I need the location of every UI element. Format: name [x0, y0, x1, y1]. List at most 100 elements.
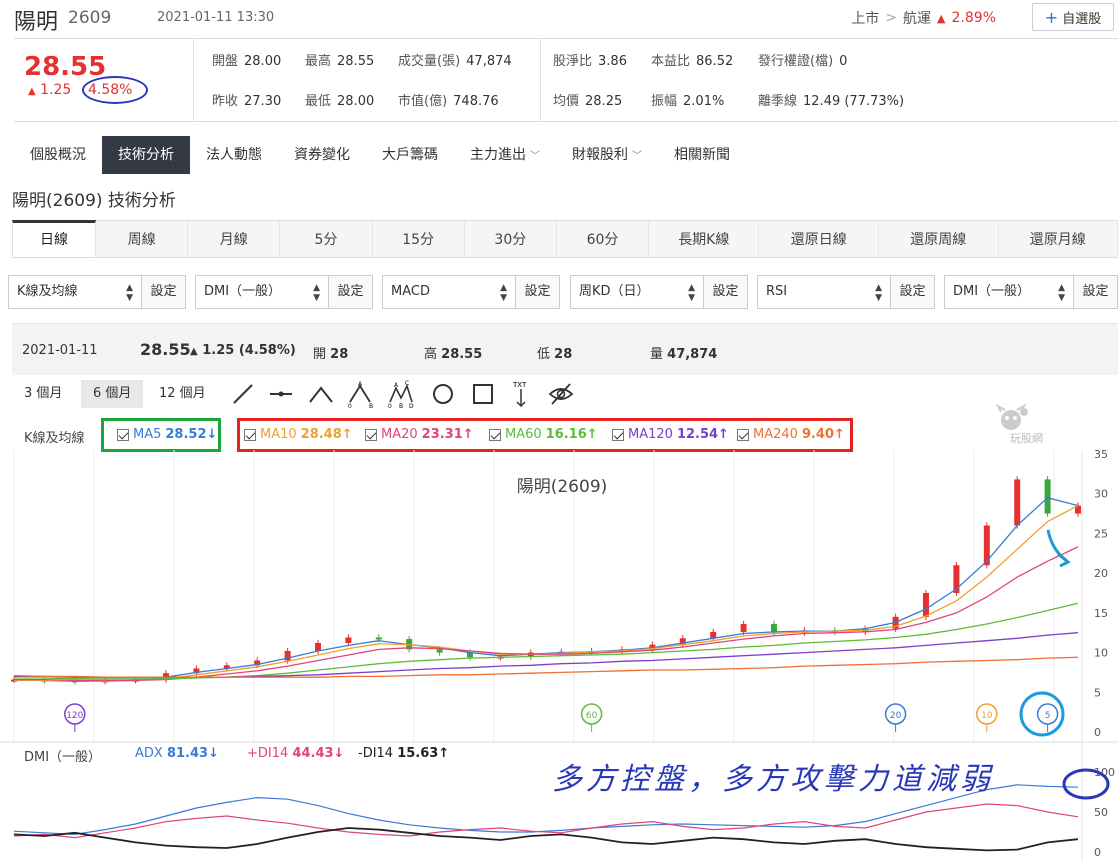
trend-line-tool-icon[interactable] — [230, 380, 256, 408]
updown-icon: ▲ ▼ — [1058, 283, 1065, 303]
period-tab-15min[interactable]: 15分 — [372, 220, 465, 257]
updown-icon: ▲ ▼ — [313, 283, 320, 303]
y-tick-label: 20 — [1094, 567, 1108, 580]
period-tab-daily[interactable]: 日線 — [12, 220, 97, 257]
indicator-settings-button[interactable]: 設定 — [1073, 276, 1117, 308]
up-arrow-icon: ▲ — [28, 86, 36, 97]
ma-marker-label: 120 — [66, 711, 83, 721]
chevron-down-icon: ﹀ — [632, 151, 642, 162]
rectangle-tool-icon[interactable] — [470, 380, 496, 408]
updown-icon: ▲ ▼ — [688, 283, 695, 303]
tab-big-holders[interactable]: 大戶籌碼 — [366, 136, 454, 174]
info-open: 開 28 — [313, 347, 349, 362]
stat-low: 最低 28.00 — [305, 94, 375, 109]
period-tab-60min[interactable]: 60分 — [556, 220, 650, 257]
y-tick-label: 25 — [1094, 527, 1108, 540]
stat-prev-close: 昨收 27.30 — [212, 94, 282, 109]
add-watchlist-button[interactable]: + 自選股 — [1032, 3, 1114, 31]
ma-legend-label: K線及均線 — [24, 431, 85, 446]
up-arrow-icon: ▲ — [190, 346, 198, 357]
text-tool-icon[interactable]: TXT — [508, 380, 534, 408]
period-tab-long-term[interactable]: 長期K線 — [649, 220, 760, 257]
indicator-settings-button[interactable]: 設定 — [515, 276, 559, 308]
svg-text:TXT: TXT — [512, 381, 527, 389]
indicator-settings-button[interactable]: 設定 — [703, 276, 747, 308]
dmi-legend-label: DMI（一般） — [24, 750, 102, 765]
abcd-pattern-tool-icon[interactable]: A C 0 B D — [388, 380, 414, 408]
indicator-select-3[interactable]: MACD ▲ ▼ 設定 — [382, 275, 560, 309]
range-12-months[interactable]: 12 個月 — [147, 380, 218, 408]
annotation-red-box — [237, 418, 853, 452]
stat-pe: 本益比 86.52 — [651, 54, 734, 69]
circle-tool-icon[interactable] — [430, 380, 456, 408]
angle-line-tool-icon[interactable] — [308, 380, 334, 408]
mdi-legend: -DI14 15.63↑ — [358, 746, 450, 761]
market-label[interactable]: 上市 — [851, 8, 879, 28]
stock-name: 陽明 — [14, 10, 59, 35]
plus-icon: + — [1044, 7, 1059, 27]
indicator-select-2[interactable]: DMI（一般） ▲ ▼ 設定 — [195, 275, 373, 309]
ma-marker-label: 60 — [586, 711, 598, 721]
tab-main-force[interactable]: 主力進出 ﹀ — [454, 136, 556, 174]
indicator-select-value[interactable]: K線及均線 ▲ ▼ — [9, 276, 141, 308]
industry-label[interactable]: 航運 — [903, 8, 931, 28]
section-title: 陽明(2609) 技術分析 — [12, 191, 176, 211]
tab-news[interactable]: 相關新聞 — [658, 136, 746, 174]
period-tabs: 日線 周線 月線 5分 15分 30分 60分 長期K線 還原日線 還原周線 還… — [12, 220, 1118, 258]
period-tab-monthly[interactable]: 月線 — [188, 220, 281, 257]
svg-text:A: A — [394, 382, 399, 389]
period-tab-30min[interactable]: 30分 — [464, 220, 557, 257]
horizontal-line-tool-icon[interactable] — [268, 380, 294, 408]
period-tab-adj-weekly[interactable]: 還原周線 — [879, 220, 999, 257]
range-3-months[interactable]: 3 個月 — [12, 380, 74, 408]
range-6-months[interactable]: 6 個月 — [81, 380, 144, 408]
tab-overview[interactable]: 個股概況 — [14, 136, 102, 174]
indicator-select-5[interactable]: RSI ▲ ▼ 設定 — [757, 275, 935, 309]
annotation-arrow — [1046, 529, 1067, 562]
dmi-tick-label: 50 — [1094, 806, 1108, 819]
svg-text:0: 0 — [388, 403, 392, 408]
info-change: ▲ 1.25 (4.58%) — [190, 343, 296, 358]
indicator-select-value[interactable]: 周KD（日） ▲ ▼ — [571, 276, 703, 308]
indicator-select-value[interactable]: DMI（一般） ▲ ▼ — [945, 276, 1073, 308]
indicator-settings-button[interactable]: 設定 — [890, 276, 934, 308]
info-low: 低 28 — [537, 347, 573, 362]
stat-pb: 股淨比 3.86 — [553, 54, 627, 69]
hide-drawings-icon[interactable] — [548, 380, 574, 408]
abc-pattern-tool-icon[interactable]: A 0 B — [348, 380, 374, 408]
quote-datetime: 2021-01-11 13:30 — [157, 10, 275, 25]
indicator-select-value[interactable]: DMI（一般） ▲ ▼ — [196, 276, 328, 308]
y-tick-label: 0 — [1094, 726, 1101, 739]
watermark-text: 玩股網 — [1010, 432, 1043, 445]
period-tab-5min[interactable]: 5分 — [280, 220, 373, 257]
svg-text:D: D — [409, 403, 414, 408]
dmi-tick-label: 0 — [1094, 846, 1101, 859]
annotation-oval — [1062, 768, 1110, 800]
price-chart[interactable]: 陽明(2609) 120 60 20 10 5 35302520151050 10050… — [0, 450, 1118, 862]
indicator-select-6[interactable]: DMI（一般） ▲ ▼ 設定 — [944, 275, 1118, 309]
period-tab-weekly[interactable]: 周線 — [96, 220, 189, 257]
ma-marker-label: 10 — [981, 711, 993, 721]
candle-body — [345, 637, 352, 644]
tab-margin[interactable]: 資券變化 — [278, 136, 366, 174]
pdi-legend: +DI14 44.43↓ — [247, 746, 345, 761]
tab-technical[interactable]: 技術分析 — [102, 136, 190, 174]
annotation-text: 多方控盤，多方攻擊力道減弱 — [552, 762, 994, 797]
tab-financials[interactable]: 財報股利 ﹀ — [556, 136, 658, 174]
indicator-select-1[interactable]: K線及均線 ▲ ▼ 設定 — [8, 275, 186, 309]
period-tab-adj-daily[interactable]: 還原日線 — [759, 220, 879, 257]
period-tab-adj-monthly[interactable]: 還原月線 — [998, 220, 1118, 257]
tab-institutional[interactable]: 法人動態 — [190, 136, 278, 174]
info-volume: 量 47,874 — [650, 347, 718, 362]
stat-quarter-line: 離季線 12.49 (77.73%) — [758, 94, 905, 109]
y-tick-label: 35 — [1094, 450, 1108, 461]
price-change: ▲ 1.25 — [28, 82, 72, 98]
y-tick-label: 30 — [1094, 488, 1108, 501]
indicator-settings-button[interactable]: 設定 — [141, 276, 185, 308]
indicator-select-value[interactable]: MACD ▲ ▼ — [383, 276, 515, 308]
indicator-select-value[interactable]: RSI ▲ ▼ — [758, 276, 890, 308]
indicator-settings-button[interactable]: 設定 — [328, 276, 372, 308]
stat-high: 最高 28.55 — [305, 54, 375, 69]
indicator-select-4[interactable]: 周KD（日） ▲ ▼ 設定 — [570, 275, 748, 309]
stat-volume: 成交量(張) 47,874 — [398, 54, 512, 69]
